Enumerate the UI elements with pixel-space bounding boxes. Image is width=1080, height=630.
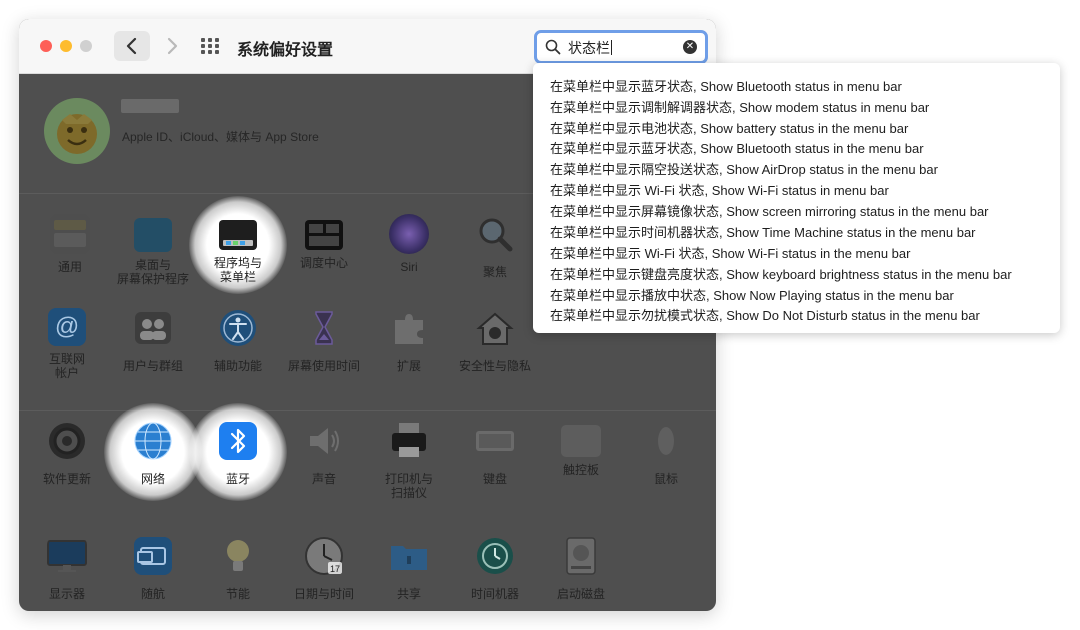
hard-disk-icon	[566, 537, 596, 575]
search-result-item[interactable]: 在菜单栏中显示蓝牙状态, Show Bluetooth status in me…	[550, 76, 902, 95]
puzzle-icon	[395, 314, 423, 344]
avatar[interactable]	[44, 98, 110, 164]
pref-siri[interactable]: Siri	[366, 214, 452, 274]
pref-extensions[interactable]: 扩展	[366, 308, 452, 373]
search-result-item[interactable]: 在菜单栏中显示时间机器状态, Show Time Machine status …	[550, 222, 976, 241]
keyboard-icon	[476, 431, 514, 451]
pref-mission-control[interactable]: 调度中心	[281, 214, 367, 270]
accessibility-icon	[220, 310, 256, 346]
chevron-right-icon	[167, 37, 178, 55]
pref-accessibility[interactable]: 辅助功能	[195, 308, 281, 373]
pref-users-groups[interactable]: 用户与群组	[110, 308, 196, 373]
back-button[interactable]	[114, 31, 150, 61]
pref-security-privacy[interactable]: 安全性与隐私	[452, 308, 538, 373]
forward-button[interactable]	[160, 31, 184, 61]
search-result-item[interactable]: 在菜单栏中显示屏幕镜像状态, Show screen mirroring sta…	[550, 201, 989, 220]
emoji-avatar-icon	[57, 114, 97, 154]
siri-icon	[389, 214, 429, 254]
pref-keyboard[interactable]: 键盘	[452, 421, 538, 486]
mission-control-icon	[305, 220, 343, 250]
magnifier-icon	[479, 218, 513, 252]
search-result-item[interactable]: 在菜单栏中显示键盘亮度状态, Show keyboard brightness …	[550, 264, 1012, 283]
speaker-icon	[310, 428, 339, 454]
house-lock-icon	[476, 312, 514, 345]
printer-icon	[392, 423, 426, 457]
pref-energy-saver[interactable]: 节能	[195, 536, 281, 601]
search-result-item[interactable]: 在菜单栏中显示隔空投送状态, Show AirDrop status in th…	[550, 159, 938, 178]
folder-icon	[391, 546, 427, 570]
clock-icon: 17	[305, 537, 343, 575]
divider	[19, 410, 716, 411]
user-name-redacted	[121, 99, 179, 113]
pref-desktop-screensaver[interactable]: 桌面与 屏幕保护程序	[110, 214, 196, 286]
globe-icon	[134, 422, 172, 460]
zoom-window-button[interactable]	[80, 40, 92, 52]
pref-spotlight[interactable]: 聚焦	[452, 214, 538, 279]
search-result-item[interactable]: 在菜单栏中显示播放中状态, Show Now Playing status in…	[550, 285, 954, 304]
pref-sound[interactable]: 声音	[281, 421, 367, 486]
pref-date-time[interactable]: 17 日期与时间	[281, 536, 367, 601]
pref-internet-accounts[interactable]: @ 互联网 帐户	[24, 308, 110, 380]
trackpad-icon	[561, 425, 601, 457]
pref-network[interactable]: 网络	[104, 403, 202, 501]
pref-printers-scanners[interactable]: 打印机与 扫描仪	[366, 421, 452, 500]
search-result-item[interactable]: 在菜单栏中显示 Wi-Fi 状态, Show Wi-Fi status in t…	[550, 243, 910, 262]
dock-icon	[219, 220, 257, 250]
search-result-item[interactable]: 在菜单栏中显示蓝牙状态, Show Bluetooth status in th…	[550, 138, 924, 157]
users-icon	[135, 312, 171, 344]
lightbulb-icon	[227, 540, 249, 571]
pref-time-machine[interactable]: 时间机器	[452, 536, 538, 601]
search-result-item[interactable]: 在菜单栏中显示电池状态, Show battery status in the …	[550, 118, 908, 137]
desktop-icon	[134, 218, 172, 252]
show-all-grid-button[interactable]	[201, 38, 221, 54]
apple-id-subtitle[interactable]: Apple ID、iCloud、媒体与 App Store	[122, 128, 319, 145]
search-result-item[interactable]: 在菜单栏中显示 Wi-Fi 状态, Show Wi-Fi status in m…	[550, 180, 889, 199]
time-machine-icon	[477, 538, 513, 574]
pref-bluetooth[interactable]: 蓝牙	[189, 403, 287, 501]
search-field[interactable]: 状态栏 ✕	[534, 30, 708, 64]
minimize-window-button[interactable]	[60, 40, 72, 52]
bluetooth-icon	[219, 422, 257, 460]
chevron-left-icon	[126, 37, 137, 55]
pref-general[interactable]: 通用	[27, 214, 113, 274]
search-input[interactable]: 状态栏	[568, 38, 612, 58]
search-results-dropdown: 在菜单栏中显示蓝牙状态, Show Bluetooth status in me…	[533, 63, 1060, 333]
window-title: 系统偏好设置	[237, 42, 334, 59]
calendar-day-number: 17	[330, 564, 340, 574]
display-icon	[47, 540, 87, 572]
pref-dock-menubar[interactable]: 程序坞与 菜单栏	[189, 196, 287, 294]
search-icon	[545, 39, 561, 55]
close-window-button[interactable]	[40, 40, 52, 52]
mouse-icon	[658, 427, 674, 455]
gear-icon	[49, 423, 85, 459]
search-result-item[interactable]: 在菜单栏中显示勿扰模式状态, Show Do Not Disturb statu…	[550, 305, 980, 324]
pref-screen-time[interactable]: 屏幕使用时间	[281, 308, 367, 373]
clear-search-icon[interactable]: ✕	[683, 40, 697, 54]
pref-mouse[interactable]: 鼠标	[623, 421, 709, 486]
at-sign-icon: @	[48, 308, 86, 346]
hourglass-icon	[315, 311, 333, 345]
pref-trackpad[interactable]: 触控板	[538, 421, 624, 477]
pref-startup-disk[interactable]: 启动磁盘	[538, 536, 624, 601]
search-result-item[interactable]: 在菜单栏中显示调制解调器状态, Show modem status in men…	[550, 97, 929, 116]
pref-displays[interactable]: 显示器	[24, 536, 110, 601]
general-icon	[50, 214, 90, 254]
pref-sharing[interactable]: 共享	[366, 536, 452, 601]
sidecar-icon	[134, 537, 172, 575]
pref-sidecar[interactable]: 随航	[110, 536, 196, 601]
pref-software-update[interactable]: 软件更新	[24, 421, 110, 486]
